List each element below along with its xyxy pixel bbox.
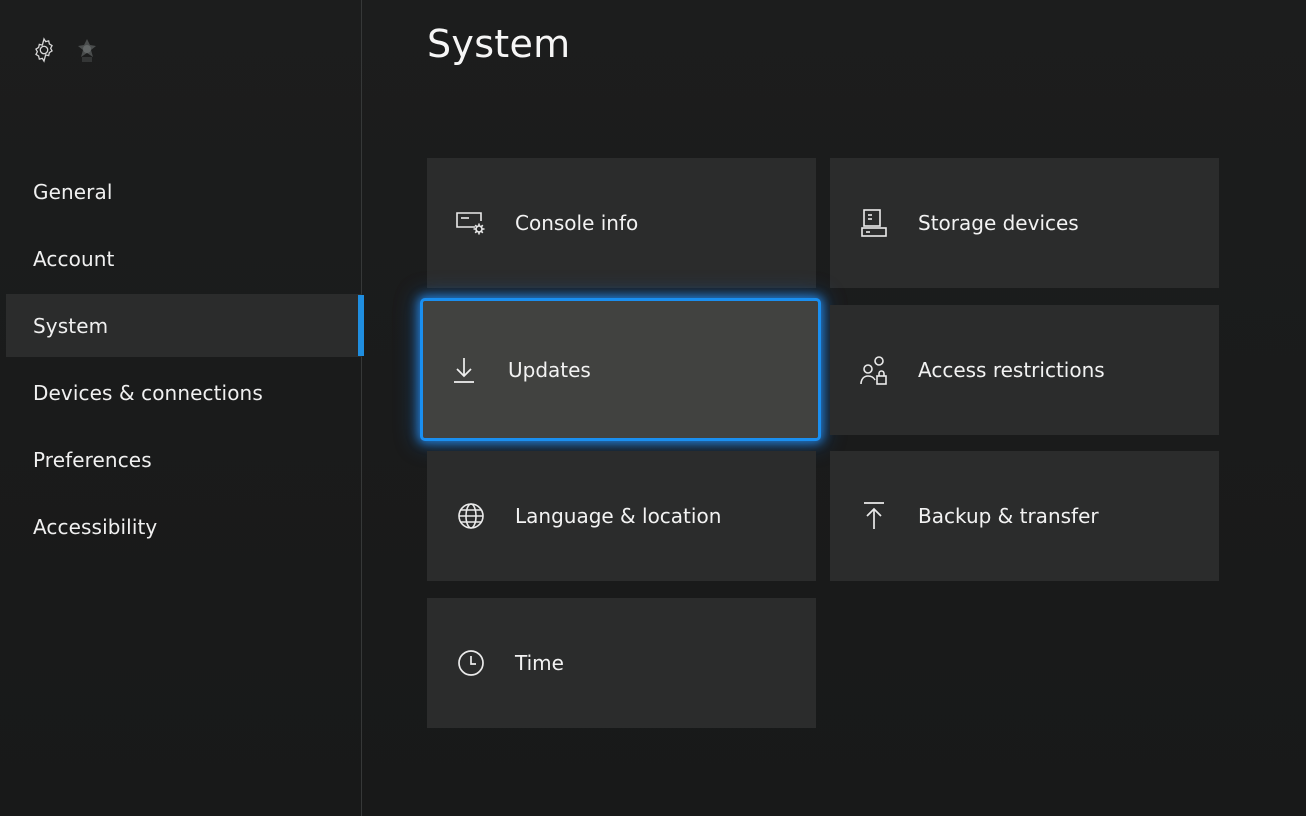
sidebar-item-label: Accessibility [33, 514, 158, 539]
tile-console-info[interactable]: Console info [427, 158, 816, 288]
tile-label: Access restrictions [918, 358, 1105, 382]
tile-access-restrictions[interactable]: Access restrictions [830, 305, 1219, 435]
tile-label: Language & location [515, 504, 722, 528]
tile-language-location[interactable]: Language & location [427, 451, 816, 581]
tile-updates[interactable]: Updates [420, 298, 821, 441]
gear-icon [30, 36, 58, 64]
tile-storage-devices[interactable]: Storage devices [830, 158, 1219, 288]
users-lock-icon [856, 352, 892, 388]
sidebar-item-label: General [33, 179, 113, 204]
sidebar-item-account[interactable]: Account [6, 227, 362, 290]
page-title: System [427, 22, 571, 66]
sidebar-item-accessibility[interactable]: Accessibility [6, 495, 362, 558]
tile-label: Storage devices [918, 211, 1079, 235]
sidebar-item-general[interactable]: General [6, 160, 362, 223]
sidebar-item-label: Account [33, 246, 115, 271]
settings-screen: General Account System Devices & connect… [0, 0, 1306, 816]
sidebar-item-preferences[interactable]: Preferences [6, 428, 362, 491]
tile-time[interactable]: Time [427, 598, 816, 728]
avatar[interactable] [76, 37, 98, 63]
console-info-icon [453, 205, 489, 241]
sidebar-item-label: System [33, 313, 109, 338]
tile-label: Time [515, 651, 564, 675]
sidebar: General Account System Devices & connect… [0, 0, 364, 816]
tile-label: Console info [515, 211, 639, 235]
storage-icon [856, 205, 892, 241]
tile-label: Updates [508, 357, 591, 382]
clock-icon [453, 645, 489, 681]
tile-backup-transfer[interactable]: Backup & transfer [830, 451, 1219, 581]
sidebar-item-system[interactable]: System [6, 294, 364, 357]
sidebar-nav: General Account System Devices & connect… [6, 160, 364, 562]
sidebar-item-label: Devices & connections [33, 380, 263, 405]
upload-arrow-icon [856, 498, 892, 534]
top-icons [30, 36, 98, 64]
globe-icon [453, 498, 489, 534]
sidebar-item-devices-connections[interactable]: Devices & connections [6, 361, 362, 424]
sidebar-item-label: Preferences [33, 447, 152, 472]
tile-label: Backup & transfer [918, 504, 1099, 528]
download-arrow-icon [446, 352, 482, 388]
